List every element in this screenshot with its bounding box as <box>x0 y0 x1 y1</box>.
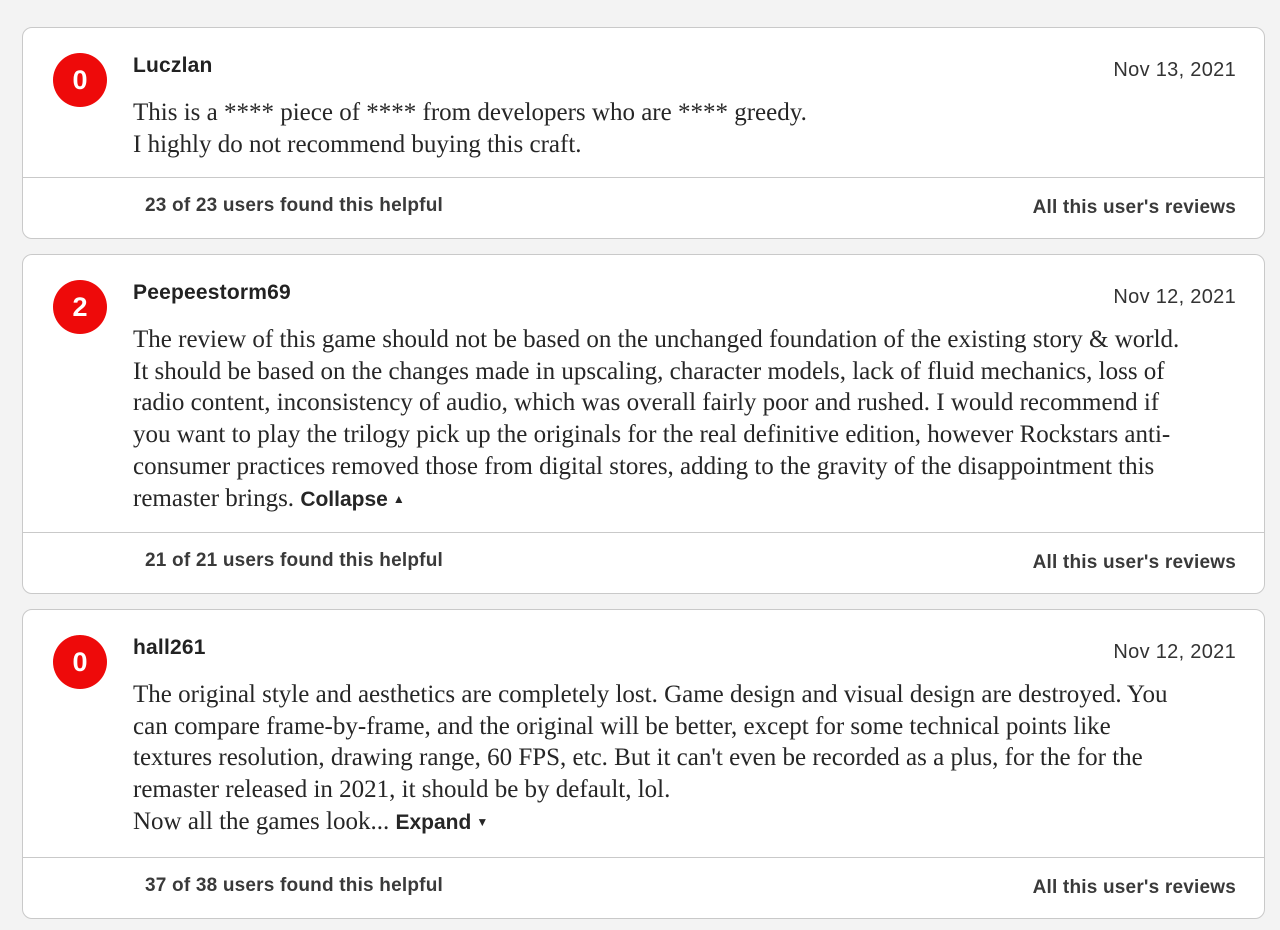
review-line: radio content, inconsistency of audio, w… <box>133 389 1160 417</box>
review-line-text: remaster brings. <box>133 484 301 512</box>
review-line-last: Now all the games look... Expand ▼ <box>133 806 1238 839</box>
expand-label: Expand <box>395 810 472 834</box>
helpful-count: 37 of 38 users found this helpful <box>145 875 443 896</box>
caret-down-icon: ▼ <box>476 814 489 829</box>
review-line: The review of this game should not be ba… <box>133 326 1180 353</box>
review-username[interactable]: Luczlan <box>133 54 213 78</box>
all-user-reviews-link[interactable]: All this user's reviews <box>1033 552 1236 574</box>
review-line: can compare frame-by-frame, and the orig… <box>133 712 1111 740</box>
review-footer: 21 of 21 users found this helpful All th… <box>23 532 1264 593</box>
review-date: Nov 12, 2021 <box>1113 641 1236 663</box>
score-badge: 2 <box>53 280 107 334</box>
review-line: you want to play the trilogy pick up the… <box>133 421 1171 449</box>
all-user-reviews-link[interactable]: All this user's reviews <box>1033 877 1236 899</box>
caret-up-icon: ▲ <box>392 491 405 506</box>
score-badge: 0 <box>53 635 107 689</box>
review-footer: 37 of 38 users found this helpful All th… <box>23 857 1264 918</box>
collapse-button[interactable]: Collapse ▲ <box>300 488 404 511</box>
helpful-count: 21 of 21 users found this helpful <box>145 550 443 571</box>
review-body: The original style and aesthetics are co… <box>133 679 1238 839</box>
review-line: It should be based on the changes made i… <box>133 357 1165 385</box>
score-badge: 0 <box>53 53 107 107</box>
review-line: textures resolution, drawing range, 60 F… <box>133 744 1143 772</box>
collapse-label: Collapse <box>300 487 388 511</box>
all-user-reviews-link[interactable]: All this user's reviews <box>1033 197 1236 219</box>
review-date: Nov 12, 2021 <box>1113 286 1236 308</box>
review-line-last: remaster brings. Collapse ▲ <box>133 483 1238 516</box>
review-username[interactable]: hall261 <box>133 636 206 660</box>
review-line: This is a **** piece of **** from develo… <box>133 99 807 126</box>
review-line: The original style and aesthetics are co… <box>133 681 1168 708</box>
review-username[interactable]: Peepeestorm69 <box>133 281 291 305</box>
review-card: 0 Luczlan Nov 13, 2021 This is a **** pi… <box>22 27 1265 239</box>
helpful-count: 23 of 23 users found this helpful <box>145 195 443 216</box>
review-date: Nov 13, 2021 <box>1113 59 1236 81</box>
review-body: The review of this game should not be ba… <box>133 324 1238 515</box>
review-line-text: Now all the games look... <box>133 807 396 835</box>
reviews-page: 0 Luczlan Nov 13, 2021 This is a **** pi… <box>0 0 1280 930</box>
review-line: remaster released in 2021, it should be … <box>133 776 671 804</box>
review-footer: 23 of 23 users found this helpful All th… <box>23 177 1264 238</box>
review-line: consumer practices removed those from di… <box>133 452 1155 480</box>
expand-button[interactable]: Expand ▼ <box>395 811 488 834</box>
review-card: 0 hall261 Nov 12, 2021 The original styl… <box>22 609 1265 919</box>
review-card: 2 Peepeestorm69 Nov 12, 2021 The review … <box>22 254 1265 594</box>
review-body: This is a **** piece of **** from develo… <box>133 97 1238 160</box>
review-line: I highly do not recommend buying this cr… <box>133 130 582 158</box>
